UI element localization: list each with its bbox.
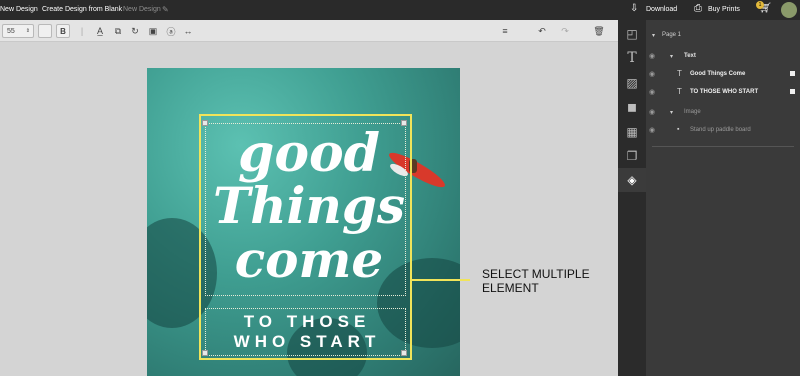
text-color-swatch[interactable]: [38, 24, 52, 38]
chevron-down-icon[interactable]: ▾: [670, 109, 673, 116]
stepper-icon: ⇕: [25, 28, 30, 34]
text-tool-icon[interactable]: T: [618, 46, 646, 70]
cart-badge: 1: [756, 1, 764, 9]
text-group-label: Text: [684, 53, 696, 59]
layers-panel: ▾ Page 1 ◉ ▾ Text ◉ T Good Things Come ◉…: [646, 20, 800, 376]
callout-text: SELECT MULTIPLE ELEMENT: [482, 267, 590, 295]
table-tool-icon[interactable]: ▦: [618, 120, 646, 144]
layer-item-to-those-who-start[interactable]: ◉ T TO THOSE WHO START: [646, 83, 800, 101]
headline-come: come: [234, 230, 384, 289]
create-blank-menu[interactable]: Create Design from Blank: [42, 6, 122, 13]
callout-line: [412, 279, 470, 281]
chevron-down-icon[interactable]: ▾: [670, 53, 673, 60]
rotate-icon[interactable]: ↻: [129, 24, 141, 38]
image-group-label: Image: [684, 109, 701, 115]
layer-label: TO THOSE WHO START: [690, 89, 759, 95]
template-icon[interactable]: ◰: [618, 22, 646, 46]
duplicate-icon[interactable]: ⧉: [112, 24, 124, 38]
align-icon[interactable]: ≡: [498, 24, 512, 38]
pages-tool-icon[interactable]: ❐: [618, 144, 646, 168]
eye-icon[interactable]: ◉: [649, 70, 655, 78]
edit-title-icon[interactable]: ✎: [162, 5, 169, 14]
download-button[interactable]: Download: [646, 6, 677, 13]
font-size-select[interactable]: 55 ⇕: [2, 24, 34, 38]
document-title[interactable]: New Design: [123, 6, 161, 13]
layer-page[interactable]: ▾ Page 1: [646, 26, 800, 44]
eye-icon[interactable]: ◉: [649, 52, 655, 60]
headline-good: good: [237, 123, 381, 184]
redo-icon[interactable]: ↷: [558, 24, 572, 38]
headline-things: Things: [212, 176, 406, 235]
resize-handle[interactable]: [202, 120, 208, 126]
font-size-value: 55: [7, 27, 15, 35]
layer-group-image[interactable]: ◉ ▾ Image: [646, 103, 800, 121]
avatar[interactable]: [781, 2, 797, 18]
layers-tool-icon[interactable]: ◈: [618, 168, 646, 192]
tool-sidebar: ◰ T ▨ ◼ ▦ ❐ ◈: [618, 20, 646, 376]
font-color-icon[interactable]: A̲: [94, 24, 106, 38]
eye-icon[interactable]: ◉: [649, 126, 655, 134]
chevron-down-icon[interactable]: ▾: [652, 32, 655, 39]
print-icon[interactable]: ⎙: [694, 3, 702, 14]
new-design-menu[interactable]: New Design: [0, 6, 38, 13]
design-canvas[interactable]: good Things come TO THOSE WHO START: [147, 68, 460, 376]
layer-item-good-things-come[interactable]: ◉ T Good Things Come: [646, 65, 800, 83]
callout-line-2: ELEMENT: [482, 281, 539, 295]
buy-prints-button[interactable]: Buy Prints: [708, 6, 740, 13]
download-icon[interactable]: ⇩: [630, 3, 638, 14]
divider: [652, 146, 794, 147]
eye-icon[interactable]: ◉: [649, 88, 655, 96]
selected-indicator: [790, 71, 795, 76]
spacing-icon[interactable]: ↔: [182, 24, 194, 38]
top-bar: New Design Create Design from Blank New …: [0, 0, 800, 20]
eye-icon[interactable]: ◉: [649, 108, 655, 116]
layer-label: Good Things Come: [690, 71, 746, 77]
text-type-icon: T: [677, 87, 682, 96]
frame-icon[interactable]: ▣: [147, 24, 159, 38]
selected-indicator: [790, 89, 795, 94]
shapes-tool-icon[interactable]: ◼: [618, 95, 646, 119]
layer-label: Stand up paddle board: [690, 127, 751, 133]
image-type-icon: ▪: [677, 126, 680, 133]
subline-who-start: WHO START: [233, 332, 381, 351]
delete-icon[interactable]: 🗑︎: [592, 24, 606, 38]
effects-icon[interactable]: ⓐ: [165, 24, 177, 38]
subline-to-those: TO THOSE: [243, 312, 371, 331]
undo-icon[interactable]: ↶: [535, 24, 549, 38]
layer-group-text[interactable]: ◉ ▾ Text: [646, 47, 800, 65]
image-tool-icon[interactable]: ▨: [618, 71, 646, 95]
text-type-icon: T: [677, 69, 682, 78]
text-toolbar: 55 ⇕ B | A̲ ⧉ ↻ ▣ ⓐ ↔ ≡ ↶ ↷ 🗑︎: [0, 20, 618, 42]
page-label: Page 1: [662, 32, 682, 38]
layer-item-paddle-board[interactable]: ◉ ▪ Stand up paddle board: [646, 121, 800, 139]
divider: |: [80, 26, 84, 36]
bold-button[interactable]: B: [56, 24, 70, 38]
workspace: good Things come TO THOSE WHO START SELE…: [0, 43, 618, 376]
callout-line-1: SELECT MULTIPLE: [482, 267, 590, 281]
